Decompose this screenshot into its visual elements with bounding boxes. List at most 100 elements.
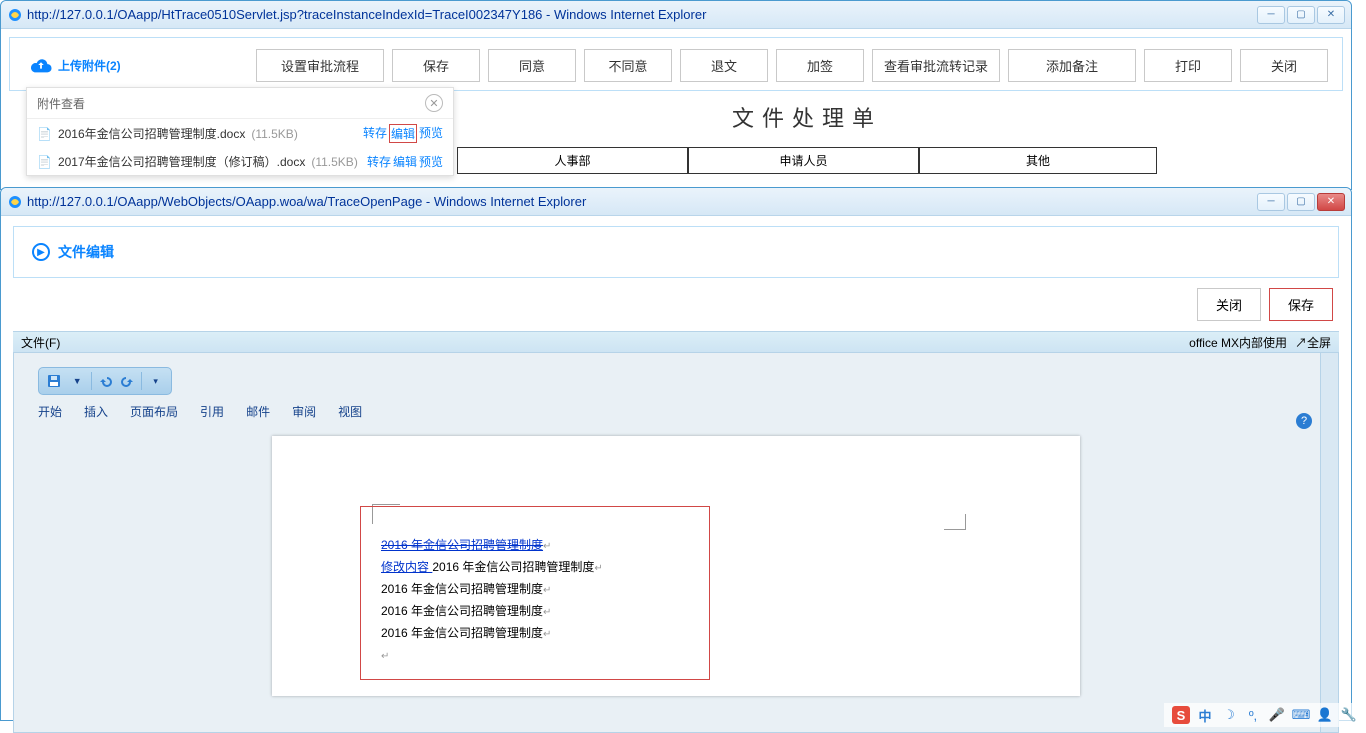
action-buttons: 关闭 保存 xyxy=(1,278,1351,331)
tool-icon[interactable]: 🔧 xyxy=(1340,706,1358,724)
window2-controls: ─ ▢ ✕ xyxy=(1257,193,1345,211)
doc-cell: 人事部 xyxy=(457,148,688,174)
document-canvas[interactable]: 2016 年金信公司招聘管理制度↵ 修改内容 2016 年金信公司招聘管理制度↵… xyxy=(272,436,1080,696)
attachment-edit-link[interactable]: 编辑 xyxy=(393,153,417,170)
close-button[interactable]: ✕ xyxy=(1317,6,1345,24)
doc-line-text: 2016 年金信公司招聘管理制度 xyxy=(381,582,543,596)
minimize-button[interactable]: ─ xyxy=(1257,6,1285,24)
menu-file[interactable]: 文件(F) xyxy=(21,334,60,351)
save-button[interactable]: 保存 xyxy=(392,49,480,82)
agree-button[interactable]: 同意 xyxy=(488,49,576,82)
close-button[interactable]: ✕ xyxy=(1317,193,1345,211)
attachment-name: 2017年金信公司招聘管理制度（修订稿）.docx xyxy=(58,153,305,170)
attachment-name: 2016年金信公司招聘管理制度.docx xyxy=(58,125,245,142)
fullscreen-toggle[interactable]: ↗全屏 xyxy=(1295,334,1331,351)
upload-attachment[interactable]: 上传附件(2) xyxy=(24,56,127,74)
ribbon-tabs: 开始 插入 页面布局 引用 邮件 审阅 视图 xyxy=(38,403,1314,420)
save-button-2[interactable]: 保存 xyxy=(1269,288,1333,321)
doc-table: 人事部 申请人员 其他 xyxy=(457,147,1157,174)
view-approval-log-button[interactable]: 查看审批流转记录 xyxy=(872,49,1000,82)
close-toolbar-button[interactable]: 关闭 xyxy=(1240,49,1328,82)
ie-icon xyxy=(7,7,23,23)
qat-redo-icon[interactable] xyxy=(118,371,137,391)
attachment-panel: 附件查看 ✕ 📄 2016年金信公司招聘管理制度.docx (11.5KB) 转… xyxy=(26,87,454,176)
qat-undo-icon[interactable] xyxy=(96,371,115,391)
ie-icon xyxy=(7,194,23,210)
close-button-2[interactable]: 关闭 xyxy=(1197,288,1261,321)
help-icon[interactable]: ? xyxy=(1296,413,1312,429)
window1-controls: ─ ▢ ✕ xyxy=(1257,6,1345,24)
set-approval-flow-button[interactable]: 设置审批流程 xyxy=(256,49,384,82)
tracked-changes-box: 2016 年金信公司招聘管理制度↵ 修改内容 2016 年金信公司招聘管理制度↵… xyxy=(360,506,710,680)
doc-line-text: 2016 年金信公司招聘管理制度 xyxy=(381,604,543,618)
toolbar-buttons: 设置审批流程 保存 同意 不同意 退文 加签 查看审批流转记录 添加备注 打印 … xyxy=(256,49,1328,82)
editor-scrollbar[interactable] xyxy=(1320,353,1338,732)
file-edit-title: 文件编辑 xyxy=(58,242,114,262)
qat-dropdown-icon[interactable]: ▼ xyxy=(68,371,87,391)
doc-processing-title: 文件处理单 xyxy=(457,101,1157,133)
attachment-size: (11.5KB) xyxy=(311,155,357,169)
attachment-row: 📄 2016年金信公司招聘管理制度.docx (11.5KB) 转存 编辑 预览 xyxy=(27,119,453,148)
cloud-upload-icon xyxy=(30,56,52,74)
doc-cell: 其他 xyxy=(919,148,1157,174)
doc-cell: 申请人员 xyxy=(688,148,919,174)
word-doc-icon: 📄 xyxy=(37,127,52,141)
attachment-preview-link[interactable]: 预览 xyxy=(419,124,443,143)
deleted-text: 2016 年金信公司招聘管理制度 xyxy=(381,538,543,552)
system-tray: S 中 ☽ º, 🎤 ⌨ 👤 🔧 xyxy=(1164,703,1366,727)
sogou-ime-icon[interactable]: S xyxy=(1172,706,1190,724)
tab-view[interactable]: 视图 xyxy=(338,403,362,420)
attachment-row: 📄 2017年金信公司招聘管理制度（修订稿）.docx (11.5KB) 转存 … xyxy=(27,148,453,175)
cosign-button[interactable]: 加签 xyxy=(776,49,864,82)
attachment-panel-title: 附件查看 xyxy=(37,95,85,112)
return-button[interactable]: 退文 xyxy=(680,49,768,82)
window1-title: http://127.0.0.1/OAapp/HtTrace0510Servle… xyxy=(27,7,1257,22)
editor-menubar: 文件(F) office MX内部使用 ↗全屏 xyxy=(13,331,1339,353)
tab-insert[interactable]: 插入 xyxy=(84,403,108,420)
keyboard-icon[interactable]: ⌨ xyxy=(1292,706,1310,724)
qat-more-icon[interactable]: ▾ xyxy=(146,371,165,391)
tab-layout[interactable]: 页面布局 xyxy=(130,403,178,420)
ime-lang-icon[interactable]: 中 xyxy=(1196,706,1214,724)
attachment-size: (11.5KB) xyxy=(251,127,297,141)
tab-reference[interactable]: 引用 xyxy=(200,403,224,420)
maximize-button[interactable]: ▢ xyxy=(1287,193,1315,211)
maximize-button[interactable]: ▢ xyxy=(1287,6,1315,24)
mic-icon[interactable]: 🎤 xyxy=(1268,706,1286,724)
doc-line-text: 2016 年金信公司招聘管理制度 xyxy=(381,626,543,640)
editor-area: ▼ ▾ 开始 插入 页面布局 引用 邮件 审阅 视图 ? xyxy=(13,353,1339,733)
window1-titlebar[interactable]: http://127.0.0.1/OAapp/HtTrace0510Servle… xyxy=(1,1,1351,29)
upload-label: 上传附件(2) xyxy=(58,57,121,74)
print-button[interactable]: 打印 xyxy=(1144,49,1232,82)
doc-processing-header: 文件处理单 人事部 申请人员 其他 xyxy=(457,101,1157,174)
window2-title: http://127.0.0.1/OAapp/WebObjects/OAapp.… xyxy=(27,194,1257,209)
attachment-save-link[interactable]: 转存 xyxy=(367,153,391,170)
brand-label: office MX内部使用 xyxy=(1189,334,1287,351)
punct-icon[interactable]: º, xyxy=(1244,706,1262,724)
word-doc-icon: 📄 xyxy=(37,155,52,169)
add-remark-button[interactable]: 添加备注 xyxy=(1008,49,1136,82)
file-edit-header: ▶ 文件编辑 xyxy=(13,226,1339,278)
qat-save-icon[interactable] xyxy=(45,371,64,391)
tab-mail[interactable]: 邮件 xyxy=(246,403,270,420)
attachment-save-link[interactable]: 转存 xyxy=(363,124,387,143)
window2-titlebar[interactable]: http://127.0.0.1/OAapp/WebObjects/OAapp.… xyxy=(1,188,1351,216)
play-circle-icon: ▶ xyxy=(32,243,50,261)
attachment-preview-link[interactable]: 预览 xyxy=(419,153,443,170)
tab-review[interactable]: 审阅 xyxy=(292,403,316,420)
attachment-edit-link[interactable]: 编辑 xyxy=(389,124,417,143)
disagree-button[interactable]: 不同意 xyxy=(584,49,672,82)
tab-start[interactable]: 开始 xyxy=(38,403,62,420)
margin-corner-icon xyxy=(944,514,966,530)
moon-icon[interactable]: ☽ xyxy=(1220,706,1238,724)
modified-label: 修改内容 xyxy=(381,560,432,574)
window-file-processing: http://127.0.0.1/OAapp/HtTrace0510Servle… xyxy=(0,0,1352,190)
window-file-edit: http://127.0.0.1/OAapp/WebObjects/OAapp.… xyxy=(0,187,1352,721)
minimize-button[interactable]: ─ xyxy=(1257,193,1285,211)
doc-line-text: 2016 年金信公司招聘管理制度 xyxy=(432,560,594,574)
quick-access-toolbar: ▼ ▾ xyxy=(38,367,172,395)
toolbar: 上传附件(2) 设置审批流程 保存 同意 不同意 退文 加签 查看审批流转记录 … xyxy=(9,37,1343,91)
user-icon[interactable]: 👤 xyxy=(1316,706,1334,724)
attachment-close-icon[interactable]: ✕ xyxy=(425,94,443,112)
attachment-panel-header: 附件查看 ✕ xyxy=(27,88,453,119)
